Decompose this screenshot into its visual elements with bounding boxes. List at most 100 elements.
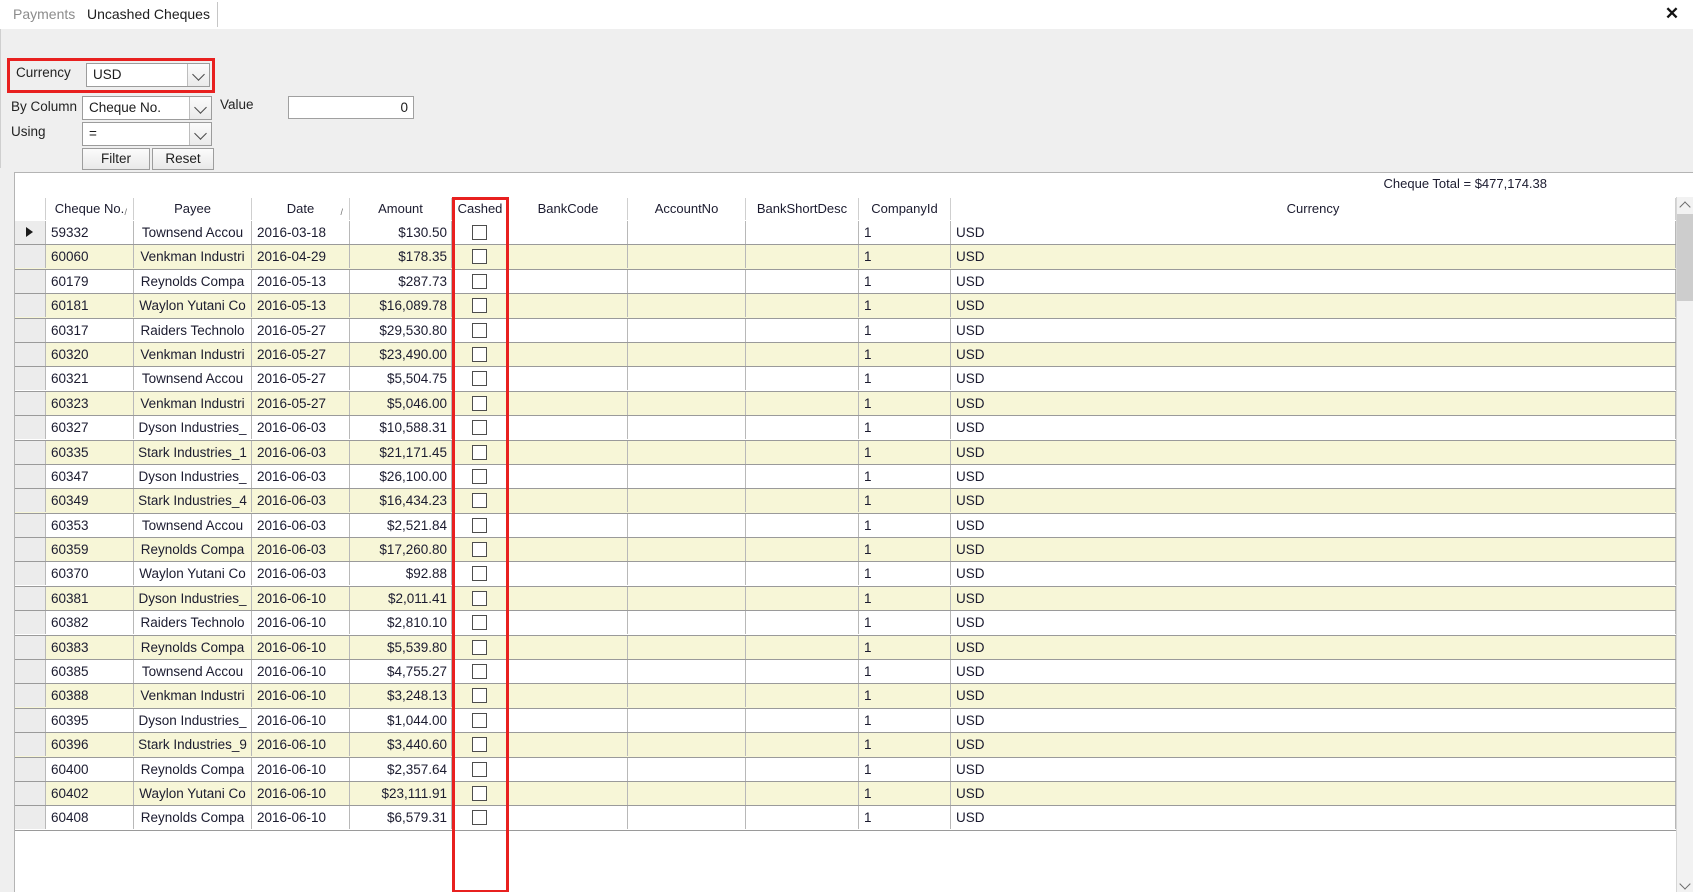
cell-bank_code[interactable] <box>509 635 628 659</box>
cell-amount[interactable]: $3,248.13 <box>350 684 452 708</box>
cell-company_id[interactable]: 1 <box>859 562 951 586</box>
cell-bank_code[interactable] <box>509 708 628 732</box>
cell-bank_short_desc[interactable] <box>746 269 859 293</box>
cell-account_no[interactable] <box>628 221 746 244</box>
cell-account_no[interactable] <box>628 635 746 659</box>
cell-currency[interactable]: USD <box>951 367 1676 391</box>
cell-cashed[interactable] <box>452 806 509 830</box>
cell-amount[interactable]: $1,044.00 <box>350 708 452 732</box>
cell-payee[interactable]: Reynolds Compa <box>134 269 252 293</box>
cell-date[interactable]: 2016-05-13 <box>252 269 350 293</box>
cell-amount[interactable]: $16,434.23 <box>350 489 452 513</box>
cell-cheque_no[interactable]: 60349 <box>46 489 134 513</box>
cell-amount[interactable]: $3,440.60 <box>350 733 452 757</box>
cell-bank_short_desc[interactable] <box>746 464 859 488</box>
cell-date[interactable]: 2016-06-10 <box>252 660 350 684</box>
cell-currency[interactable]: USD <box>951 464 1676 488</box>
cell-cheque_no[interactable]: 60353 <box>46 513 134 537</box>
cell-date[interactable]: 2016-06-03 <box>252 440 350 464</box>
cell-currency[interactable]: USD <box>951 660 1676 684</box>
cashed-checkbox[interactable] <box>472 737 487 753</box>
cell-cashed[interactable] <box>452 611 509 635</box>
row-selector[interactable] <box>15 367 46 391</box>
cell-cheque_no[interactable]: 59332 <box>46 221 134 244</box>
cell-cheque_no[interactable]: 60317 <box>46 318 134 342</box>
cell-company_id[interactable]: 1 <box>859 221 951 244</box>
cell-cashed[interactable] <box>452 781 509 805</box>
cell-amount[interactable]: $21,171.45 <box>350 440 452 464</box>
cashed-checkbox[interactable] <box>472 566 487 582</box>
cell-cashed[interactable] <box>452 416 509 440</box>
row-selector[interactable] <box>15 416 46 440</box>
cell-bank_short_desc[interactable] <box>746 538 859 562</box>
cell-date[interactable]: 2016-06-10 <box>252 733 350 757</box>
close-icon[interactable]: ✕ <box>1659 2 1685 26</box>
cell-payee[interactable]: Townsend Accou <box>134 513 252 537</box>
cashed-checkbox[interactable] <box>472 493 487 509</box>
grid-header-account_no[interactable]: AccountNo <box>628 198 746 220</box>
cell-cashed[interactable] <box>452 269 509 293</box>
cell-company_id[interactable]: 1 <box>859 513 951 537</box>
row-selector[interactable] <box>15 342 46 366</box>
cell-date[interactable]: 2016-06-03 <box>252 538 350 562</box>
cell-bank_code[interactable] <box>509 245 628 269</box>
cell-payee[interactable]: Raiders Technolo <box>134 318 252 342</box>
grid-header-date[interactable]: Date / <box>252 198 350 220</box>
cell-bank_short_desc[interactable] <box>746 245 859 269</box>
cell-amount[interactable]: $10,588.31 <box>350 416 452 440</box>
cell-amount[interactable]: $178.35 <box>350 245 452 269</box>
row-selector[interactable] <box>15 733 46 757</box>
table-row[interactable]: 60317 Raiders Technolo 2016-05-27 $29,530.8… <box>15 318 1693 343</box>
grid-header-payee[interactable]: Payee <box>134 198 252 220</box>
table-row[interactable]: 60370 Waylon Yutani Co 2016-06-03 $92.88 1 US… <box>15 562 1693 587</box>
cell-payee[interactable]: Reynolds Compa <box>134 538 252 562</box>
cell-bank_code[interactable] <box>509 464 628 488</box>
cell-cheque_no[interactable]: 60335 <box>46 440 134 464</box>
cell-cashed[interactable] <box>452 586 509 610</box>
cell-company_id[interactable]: 1 <box>859 781 951 805</box>
cell-bank_code[interactable] <box>509 562 628 586</box>
cell-bank_short_desc[interactable] <box>746 294 859 318</box>
cell-company_id[interactable]: 1 <box>859 733 951 757</box>
cell-date[interactable]: 2016-06-10 <box>252 635 350 659</box>
cell-amount[interactable]: $287.73 <box>350 269 452 293</box>
cell-cheque_no[interactable]: 60400 <box>46 757 134 781</box>
row-selector[interactable] <box>15 611 46 635</box>
cashed-checkbox[interactable] <box>472 273 487 289</box>
cell-date[interactable]: 2016-06-10 <box>252 611 350 635</box>
cell-bank_code[interactable] <box>509 391 628 415</box>
cell-bank_code[interactable] <box>509 781 628 805</box>
vertical-scrollbar[interactable] <box>1676 197 1693 892</box>
cell-cashed[interactable] <box>452 318 509 342</box>
cell-cheque_no[interactable]: 60359 <box>46 538 134 562</box>
cell-account_no[interactable] <box>628 440 746 464</box>
cell-payee[interactable]: Venkman Industri <box>134 342 252 366</box>
cell-date[interactable]: 2016-05-27 <box>252 367 350 391</box>
cell-amount[interactable]: $2,521.84 <box>350 513 452 537</box>
cell-cashed[interactable] <box>452 635 509 659</box>
table-row[interactable]: 60402 Waylon Yutani Co 2016-06-10 $23,111.9… <box>15 781 1693 807</box>
cashed-checkbox[interactable] <box>472 810 487 826</box>
cell-account_no[interactable] <box>628 391 746 415</box>
cell-bank_short_desc[interactable] <box>746 635 859 659</box>
cell-cashed[interactable] <box>452 489 509 513</box>
sort-indicator-icon[interactable]: / <box>340 201 343 220</box>
cell-cheque_no[interactable]: 60323 <box>46 391 134 415</box>
row-selector[interactable] <box>15 562 46 586</box>
cell-bank_code[interactable] <box>509 342 628 366</box>
grid-header-company_id[interactable]: CompanyId <box>859 198 951 220</box>
table-row[interactable]: 60320 Venkman Industri 2016-05-27 $23,490.0… <box>15 342 1693 368</box>
table-row[interactable]: 59332 Townsend Accou 2016-03-18 $130.50 1 USD <box>15 221 1693 246</box>
cell-date[interactable]: 2016-06-03 <box>252 562 350 586</box>
cell-currency[interactable]: USD <box>951 513 1676 537</box>
cell-company_id[interactable]: 1 <box>859 538 951 562</box>
table-row[interactable]: 60359 Reynolds Compa 2016-06-03 $17,260.80 1… <box>15 538 1693 563</box>
cell-date[interactable]: 2016-05-27 <box>252 318 350 342</box>
cell-payee[interactable]: Townsend Accou <box>134 221 252 244</box>
cell-payee[interactable]: Stark Industries_4 <box>134 489 252 513</box>
cell-bank_short_desc[interactable] <box>746 781 859 805</box>
cell-bank_code[interactable] <box>509 294 628 318</box>
cell-account_no[interactable] <box>628 757 746 781</box>
cell-company_id[interactable]: 1 <box>859 269 951 293</box>
cell-currency[interactable]: USD <box>951 586 1676 610</box>
